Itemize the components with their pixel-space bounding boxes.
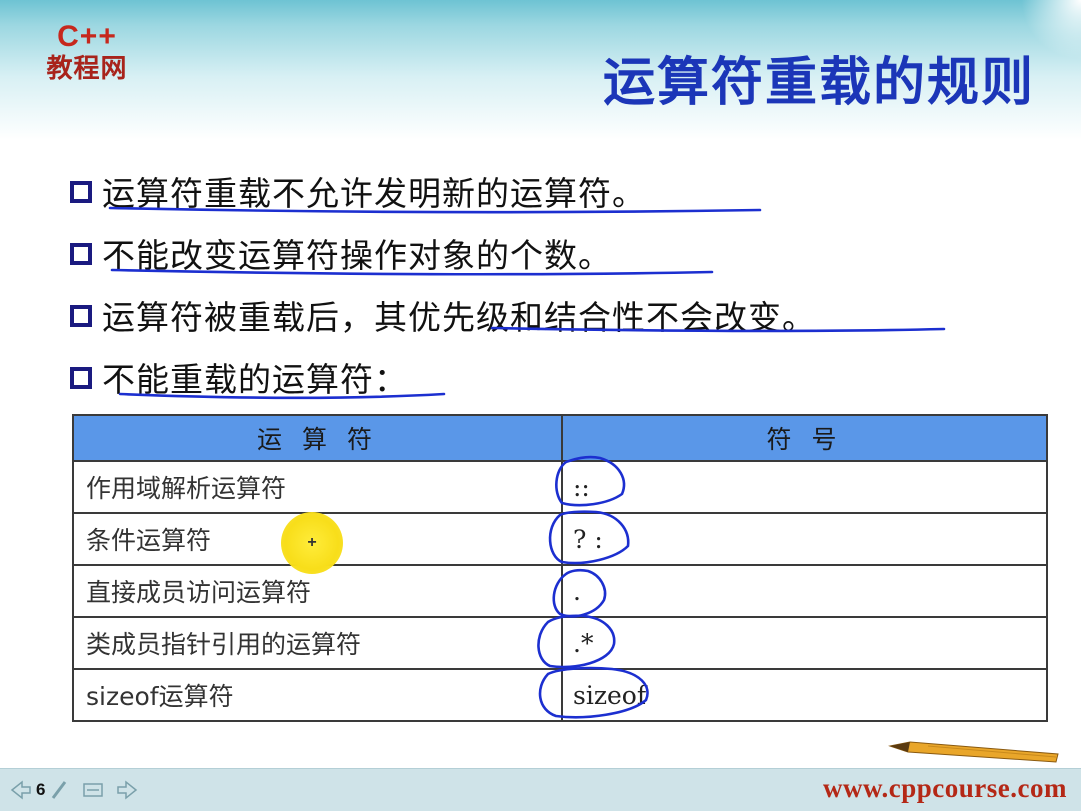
page-number: 6 bbox=[36, 780, 46, 799]
bullet-item: 运算符被重载后，其优先级和结合性不会改变。 bbox=[70, 284, 1030, 346]
pencil-icon bbox=[888, 741, 1059, 763]
checkbox-icon bbox=[70, 243, 92, 265]
operator-name-cell: sizeof运算符 bbox=[72, 668, 563, 722]
logo-cpp-text: C++ bbox=[57, 20, 117, 53]
bullet-text: 不能重载的运算符： bbox=[102, 360, 408, 399]
operator-symbol-cell: . bbox=[561, 564, 1048, 618]
checkbox-icon bbox=[70, 181, 92, 203]
bullet-text: 不能改变运算符操作对象的个数。 bbox=[102, 236, 612, 275]
operator-symbol-cell: ? : bbox=[561, 512, 1048, 566]
operator-name-cell: 作用域解析运算符 bbox=[72, 460, 563, 514]
menu-icon[interactable] bbox=[82, 779, 104, 801]
bullet-list: 运算符重载不允许发明新的运算符。 不能改变运算符操作对象的个数。 运算符被重载后… bbox=[70, 160, 1030, 408]
column-header-operator: 运 算 符 bbox=[72, 414, 563, 462]
table-row: 类成员指针引用的运算符 .* bbox=[72, 616, 1048, 670]
bullet-text: 运算符重载不允许发明新的运算符。 bbox=[102, 174, 646, 213]
logo: C++ 教程网 bbox=[32, 22, 142, 92]
footer-bar: 6 www.cppcourse.com bbox=[0, 768, 1081, 811]
checkbox-icon bbox=[70, 367, 92, 389]
pen-icon[interactable] bbox=[50, 779, 68, 801]
table-row: 直接成员访问运算符 . bbox=[72, 564, 1048, 618]
bullet-item: 不能改变运算符操作对象的个数。 bbox=[70, 222, 1030, 284]
table-header-row: 运 算 符 符 号 bbox=[72, 414, 1048, 462]
operators-table: 运 算 符 符 号 作用域解析运算符 :: 条件运算符 ? : 直接成员访问运算… bbox=[72, 414, 1048, 722]
slide-title: 运算符重载的规则 bbox=[602, 53, 1035, 113]
prev-arrow-icon[interactable] bbox=[10, 779, 32, 801]
operator-name-cell: 类成员指针引用的运算符 bbox=[72, 616, 563, 670]
bullet-item: 运算符重载不允许发明新的运算符。 bbox=[70, 160, 1030, 222]
bullet-item: 不能重载的运算符： bbox=[70, 346, 1030, 408]
cursor-highlight: + bbox=[281, 512, 343, 574]
table-row: 作用域解析运算符 :: bbox=[72, 460, 1048, 514]
cursor-plus-icon: + bbox=[307, 534, 317, 551]
column-header-symbol: 符 号 bbox=[561, 414, 1048, 462]
next-arrow-icon[interactable] bbox=[116, 779, 138, 801]
table-row: sizeof运算符 sizeof bbox=[72, 668, 1048, 722]
operator-symbol-cell: :: bbox=[561, 460, 1048, 514]
logo-site-text: 教程网 bbox=[46, 54, 128, 84]
checkbox-icon bbox=[70, 305, 92, 327]
operator-symbol-cell: sizeof bbox=[561, 668, 1048, 722]
operator-symbol-cell: .* bbox=[561, 616, 1048, 670]
table-row: 条件运算符 ? : bbox=[72, 512, 1048, 566]
bullet-text: 运算符被重载后，其优先级和结合性不会改变。 bbox=[102, 298, 816, 337]
site-url: www.cppcourse.com bbox=[823, 773, 1067, 803]
